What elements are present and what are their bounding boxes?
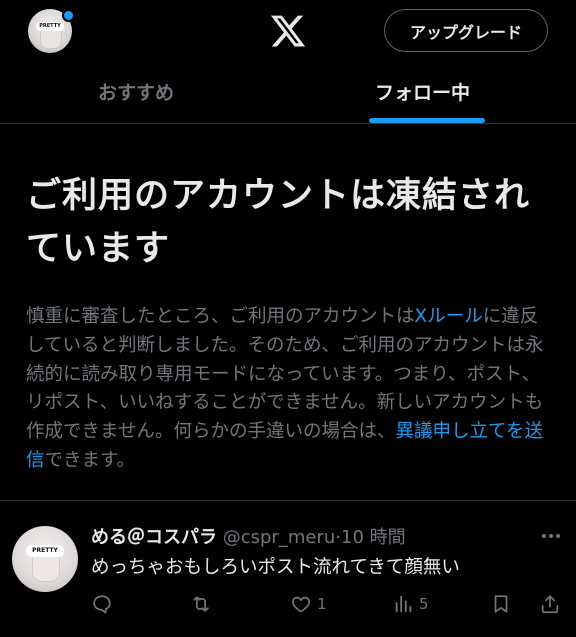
bookmark-icon	[494, 595, 508, 613]
section-divider	[0, 500, 576, 501]
notification-dot	[62, 9, 75, 22]
reply-icon	[93, 595, 111, 614]
avatar-badge-text: PRETTY	[26, 545, 64, 557]
post-header: める＠コスパラ @cspr_meru·10 時間	[91, 523, 406, 549]
like-button[interactable]: 1	[290, 592, 327, 616]
post-author-avatar[interactable]: PRETTY	[12, 526, 78, 592]
bookmark-button[interactable]	[490, 592, 512, 616]
views-count: 5	[419, 595, 429, 613]
author-handle[interactable]: @cspr_meru	[223, 527, 336, 548]
share-icon	[541, 595, 559, 614]
tab-following[interactable]: フォロー中	[375, 78, 470, 105]
upgrade-button[interactable]: アップグレード	[384, 9, 548, 52]
avatar-badge-text: PRETTY	[36, 22, 64, 31]
share-button[interactable]	[539, 592, 561, 616]
post-text: めっちゃおもしろいポスト流れてきて顔無い	[91, 557, 460, 578]
header-divider	[0, 123, 576, 124]
suspension-notice: ご利用のアカウントは凍結されています 慎重に審査したところ、ご利用のアカウントは…	[26, 170, 556, 476]
tab-recommended[interactable]: おすすめ	[98, 78, 174, 105]
notice-title: ご利用のアカウントは凍結されています	[26, 176, 531, 269]
notice-text-3: できます。	[44, 449, 136, 471]
more-options-icon[interactable]	[540, 532, 562, 540]
post-time[interactable]: 10 時間	[341, 527, 406, 548]
x-rules-link[interactable]: Xルール	[415, 306, 483, 327]
author-display-name[interactable]: める＠コスパラ	[91, 527, 217, 548]
notice-text-1: 慎重に審査したところ、ご利用のアカウントは	[26, 306, 415, 327]
reply-button[interactable]	[91, 592, 113, 616]
views-button[interactable]: 5	[392, 592, 429, 616]
like-count: 1	[317, 595, 327, 613]
top-header: PRETTY アップグレード おすすめ フォロー中	[0, 0, 576, 124]
repost-icon	[193, 596, 209, 612]
views-icon	[395, 595, 412, 613]
repost-button[interactable]	[190, 592, 212, 616]
x-logo-icon[interactable]	[268, 12, 308, 50]
heart-icon	[291, 596, 311, 613]
notice-body: 慎重に審査したところ、ご利用のアカウントはXルールに違反していると判断しました。…	[26, 303, 556, 476]
